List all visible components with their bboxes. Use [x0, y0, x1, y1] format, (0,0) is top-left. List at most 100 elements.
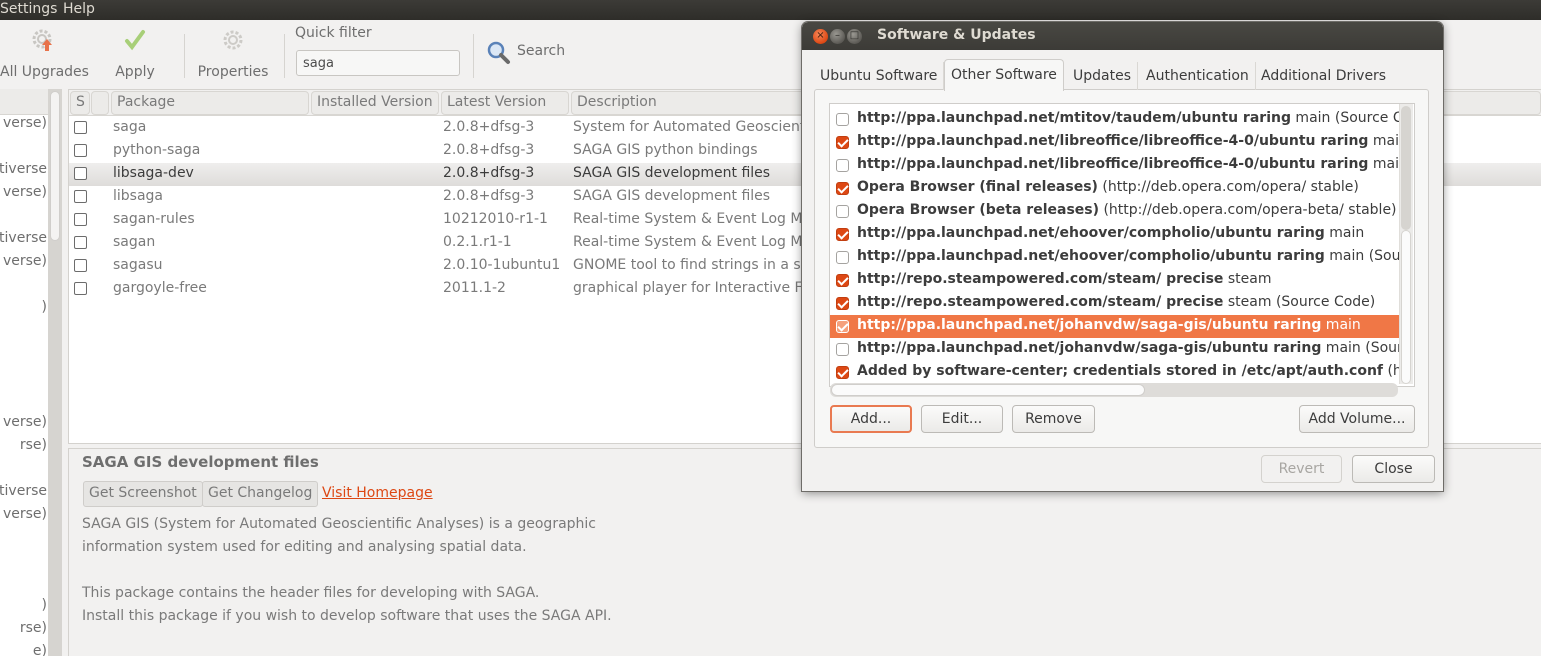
source-enabled-checkbox[interactable]: [836, 113, 849, 126]
source-row[interactable]: http://ppa.launchpad.net/johanvdw/saga-g…: [830, 338, 1402, 361]
revert-button[interactable]: Revert: [1261, 455, 1342, 483]
source-row[interactable]: Opera Browser (final releases) (http://d…: [830, 177, 1402, 200]
window-close-button[interactable]: ×: [813, 29, 828, 44]
source-row[interactable]: http://ppa.launchpad.net/mtitov/taudem/u…: [830, 108, 1402, 131]
sources-scroll-trough[interactable]: [1401, 106, 1411, 230]
package-description: SAGA GIS development files: [573, 188, 771, 204]
source-enabled-checkbox[interactable]: [836, 205, 849, 218]
package-checkbox[interactable]: [74, 121, 87, 134]
source-uri: http://ppa.launchpad.net/johanvdw/saga-g…: [857, 317, 1322, 333]
source-enabled-checkbox[interactable]: [836, 274, 849, 287]
sources-horizontal-scrollbar-thumb[interactable]: [831, 384, 1145, 396]
source-enabled-checkbox[interactable]: [836, 320, 849, 333]
source-uri: http://ppa.launchpad.net/mtitov/taudem/u…: [857, 110, 1291, 126]
source-label: http://repo.steampowered.com/steam/ prec…: [857, 271, 1272, 287]
package-checkbox[interactable]: [74, 144, 87, 157]
sidebar-item[interactable]: ltiverse: [0, 161, 47, 177]
quick-filter-input[interactable]: [296, 50, 460, 76]
sidebar-item[interactable]: verse): [3, 253, 47, 269]
source-enabled-checkbox[interactable]: [836, 366, 849, 379]
package-checkbox[interactable]: [74, 236, 87, 249]
tab-updates[interactable]: Updates: [1067, 62, 1138, 90]
gear-icon: [223, 30, 243, 50]
sidebar-scrollbar-thumb[interactable]: [50, 91, 60, 241]
close-button[interactable]: Close: [1352, 455, 1435, 483]
tab-authentication[interactable]: Authentication: [1140, 62, 1256, 90]
menu-settings[interactable]: Settings: [0, 1, 57, 17]
source-row[interactable]: http://ppa.launchpad.net/libreoffice/lib…: [830, 154, 1402, 177]
source-uri: http://ppa.launchpad.net/libreoffice/lib…: [857, 133, 1369, 149]
checkmark-icon: [125, 30, 145, 51]
source-components: main: [1372, 133, 1402, 149]
source-uri: http://ppa.launchpad.net/libreoffice/lib…: [857, 156, 1369, 172]
package-name: sagasu: [113, 257, 163, 273]
package-checkbox[interactable]: [74, 167, 87, 180]
all-upgrades-button[interactable]: All Upgrades: [0, 26, 89, 82]
source-components: (http://deb.opera.com/opera-beta/ stable…: [1099, 202, 1397, 218]
get-screenshot-button[interactable]: Get Screenshot: [83, 481, 203, 507]
latest-version: 2.0.8+dfsg-3: [443, 165, 535, 181]
source-enabled-checkbox[interactable]: [836, 136, 849, 149]
source-row[interactable]: http://ppa.launchpad.net/ehoover/comphol…: [830, 246, 1402, 269]
package-name: libsaga-dev: [113, 165, 194, 181]
source-components: main: [1321, 317, 1361, 333]
column-header-latest-version[interactable]: Latest Version: [441, 91, 569, 115]
source-row[interactable]: Added by software-center; credentials st…: [830, 361, 1402, 384]
edit-source-button[interactable]: Edit...: [921, 405, 1003, 433]
source-uri: http://ppa.launchpad.net/johanvdw/saga-g…: [857, 340, 1322, 356]
source-components: main (Source Code): [1329, 248, 1402, 264]
sidebar-item[interactable]: verse): [3, 506, 47, 522]
package-name: gargoyle-free: [113, 280, 207, 296]
source-row[interactable]: http://repo.steampowered.com/steam/ prec…: [830, 292, 1402, 315]
column-header-installed-version[interactable]: Installed Version: [311, 91, 439, 115]
sidebar-item[interactable]: rse): [20, 620, 47, 636]
remove-source-button[interactable]: Remove: [1012, 405, 1095, 433]
source-row[interactable]: Opera Browser (beta releases) (http://de…: [830, 200, 1402, 223]
source-row[interactable]: http://ppa.launchpad.net/johanvdw/saga-g…: [830, 315, 1402, 338]
source-row[interactable]: http://repo.steampowered.com/steam/ prec…: [830, 269, 1402, 292]
package-checkbox[interactable]: [74, 190, 87, 203]
window-maximize-button[interactable]: □: [847, 29, 862, 44]
source-components: main (Source Code): [1295, 110, 1402, 126]
column-header-package[interactable]: Package: [111, 91, 309, 115]
software-sources-list[interactable]: http://ppa.launchpad.net/mtitov/taudem/u…: [829, 103, 1415, 387]
source-enabled-checkbox[interactable]: [836, 343, 849, 356]
sidebar-item[interactable]: ): [42, 597, 47, 613]
source-enabled-checkbox[interactable]: [836, 159, 849, 172]
package-checkbox[interactable]: [74, 213, 87, 226]
window-minimize-button[interactable]: –: [830, 29, 845, 44]
tab-other-software[interactable]: Other Software: [944, 59, 1064, 91]
source-row[interactable]: http://ppa.launchpad.net/libreoffice/lib…: [830, 131, 1402, 154]
package-checkbox[interactable]: [74, 282, 87, 295]
sidebar-item[interactable]: rse): [20, 437, 47, 453]
sidebar-item[interactable]: ): [42, 299, 47, 315]
sidebar-item[interactable]: verse): [3, 115, 47, 131]
sources-vertical-scrollbar-thumb[interactable]: [1401, 230, 1411, 384]
source-enabled-checkbox[interactable]: [836, 228, 849, 241]
source-row[interactable]: http://ppa.launchpad.net/ehoover/comphol…: [830, 223, 1402, 246]
source-uri: http://ppa.launchpad.net/ehoover/comphol…: [857, 248, 1325, 264]
sidebar-item[interactable]: e): [33, 643, 47, 656]
add-volume-button[interactable]: Add Volume...: [1299, 405, 1415, 433]
column-header-support[interactable]: [91, 91, 109, 115]
source-label: http://ppa.launchpad.net/ehoover/comphol…: [857, 248, 1402, 264]
package-name: saga: [113, 119, 147, 135]
package-checkbox[interactable]: [74, 259, 87, 272]
apply-button[interactable]: Apply: [108, 26, 162, 82]
menu-help[interactable]: Help: [63, 1, 95, 17]
source-enabled-checkbox[interactable]: [836, 297, 849, 310]
dialog-titlebar[interactable]: × – □ Software & Updates: [802, 22, 1443, 50]
visit-homepage-link[interactable]: Visit Homepage: [322, 485, 433, 501]
sidebar-item[interactable]: verse): [3, 184, 47, 200]
get-changelog-button[interactable]: Get Changelog: [202, 481, 319, 507]
tab-additional-drivers[interactable]: Additional Drivers: [1255, 62, 1392, 90]
sidebar-item[interactable]: verse): [3, 414, 47, 430]
sidebar-item[interactable]: ltiverse: [0, 483, 47, 499]
source-enabled-checkbox[interactable]: [836, 182, 849, 195]
tab-ubuntu-software[interactable]: Ubuntu Software: [814, 62, 945, 90]
properties-button[interactable]: Properties: [194, 26, 272, 82]
add-source-button[interactable]: Add...: [830, 405, 912, 433]
column-header-status[interactable]: S: [70, 91, 90, 115]
sidebar-item[interactable]: ltiverse: [0, 230, 47, 246]
source-enabled-checkbox[interactable]: [836, 251, 849, 264]
